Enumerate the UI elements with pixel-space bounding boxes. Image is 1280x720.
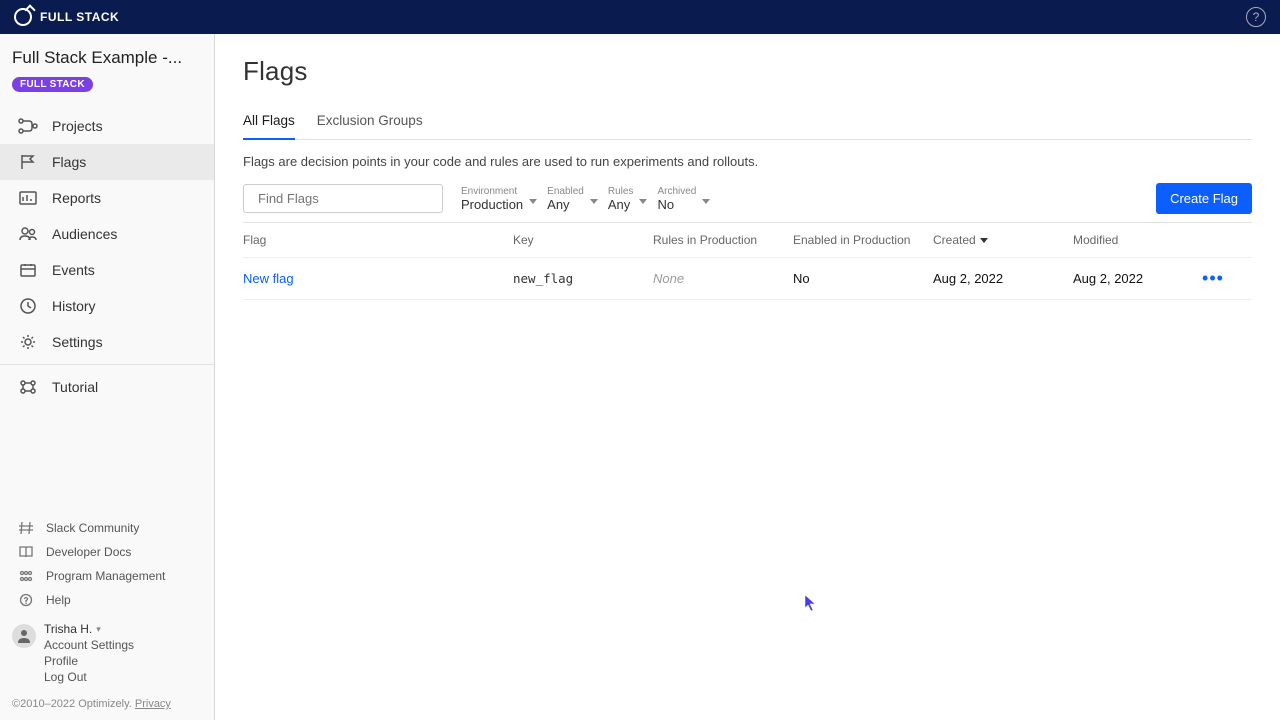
table-row[interactable]: New flag new_flag None No Aug 2, 2022 Au… — [243, 258, 1252, 300]
flag-rules: None — [653, 271, 793, 286]
flag-created: Aug 2, 2022 — [933, 271, 1073, 286]
sort-desc-icon — [980, 238, 988, 243]
sidebar-item-audiences[interactable]: Audiences — [0, 216, 214, 252]
row-actions-button[interactable]: ••• — [1193, 268, 1233, 289]
project-badge: FULL STACK — [12, 77, 93, 92]
flag-modified: Aug 2, 2022 — [1073, 271, 1193, 286]
user-link-account-settings[interactable]: Account Settings — [44, 638, 134, 652]
filter-value: Any — [547, 197, 584, 212]
filter-value: No — [657, 197, 696, 212]
chevron-down-icon: ▾ — [96, 624, 101, 635]
user-link-logout[interactable]: Log Out — [44, 670, 134, 684]
sidebar-link-developer-docs[interactable]: Developer Docs — [12, 540, 202, 564]
brand[interactable]: FULL STACK — [14, 8, 119, 26]
sidebar-item-flags[interactable]: Flags — [0, 144, 214, 180]
sidebar: Full Stack Example -... FULL STACK Proje… — [0, 34, 215, 720]
filter-enabled[interactable]: Enabled Any — [541, 186, 590, 212]
filter-label: Environment — [461, 186, 523, 197]
table-header: Flag Key Rules in Production Enabled in … — [243, 223, 1252, 258]
col-key[interactable]: Key — [513, 233, 653, 247]
avatar[interactable] — [12, 624, 36, 648]
grid-icon — [16, 568, 36, 584]
col-modified[interactable]: Modified — [1073, 233, 1193, 247]
flags-table: Flag Key Rules in Production Enabled in … — [243, 222, 1252, 300]
user-link-profile[interactable]: Profile — [44, 654, 134, 668]
flag-key: new_flag — [513, 271, 653, 286]
sidebar-item-label: Events — [52, 262, 95, 278]
sidebar-item-label: Settings — [52, 334, 103, 350]
gear-icon — [16, 332, 40, 352]
sidebar-link-help[interactable]: Help — [12, 588, 202, 612]
project-name[interactable]: Full Stack Example -... — [12, 48, 202, 68]
user-block: Trisha H. ▾ Account Settings Profile Log… — [12, 622, 202, 684]
tab-all-flags[interactable]: All Flags — [243, 105, 295, 140]
help-circle-icon — [16, 592, 36, 608]
page-description: Flags are decision points in your code a… — [243, 154, 1252, 169]
copyright-text: ©2010–2022 Optimizely. — [12, 698, 132, 710]
sidebar-item-label: History — [52, 298, 96, 314]
sidebar-item-label: Projects — [52, 118, 103, 134]
topbar: FULL STACK ? — [0, 0, 1280, 34]
sidebar-item-projects[interactable]: Projects — [0, 108, 214, 144]
page-title: Flags — [243, 56, 1252, 87]
sidebar-item-label: Audiences — [52, 226, 117, 242]
user-name-label: Trisha H. — [44, 622, 92, 636]
tutorial-icon — [16, 377, 40, 397]
col-created[interactable]: Created — [933, 233, 1073, 247]
link-label: Slack Community — [46, 521, 139, 535]
user-name[interactable]: Trisha H. ▾ — [44, 622, 134, 636]
filter-label: Enabled — [547, 186, 584, 197]
link-label: Program Management — [46, 569, 165, 583]
brand-name: FULL STACK — [40, 10, 119, 24]
brand-logo-icon — [14, 8, 32, 26]
tabs: All Flags Exclusion Groups — [243, 105, 1252, 140]
flag-name-link[interactable]: New flag — [243, 271, 513, 286]
copyright: ©2010–2022 Optimizely. Privacy — [12, 698, 202, 710]
nav: Projects Flags Reports Audiences Events — [0, 102, 214, 405]
history-icon — [16, 296, 40, 316]
link-label: Developer Docs — [46, 545, 131, 559]
reports-icon — [16, 188, 40, 208]
events-icon — [16, 260, 40, 280]
create-flag-button[interactable]: Create Flag — [1156, 183, 1252, 214]
sidebar-item-label: Reports — [52, 190, 101, 206]
sidebar-item-label: Tutorial — [52, 379, 98, 395]
col-rules-in-production[interactable]: Rules in Production — [653, 233, 793, 247]
link-label: Help — [46, 593, 71, 607]
sidebar-link-slack-community[interactable]: Slack Community — [12, 516, 202, 540]
search-input-wrapper[interactable] — [243, 184, 443, 213]
filter-environment[interactable]: Environment Production — [455, 186, 529, 212]
sidebar-item-label: Flags — [52, 154, 86, 170]
branches-icon — [16, 116, 40, 136]
filter-archived[interactable]: Archived No — [651, 186, 702, 212]
tab-exclusion-groups[interactable]: Exclusion Groups — [317, 105, 423, 139]
audiences-icon — [16, 224, 40, 244]
hash-icon — [16, 520, 36, 536]
filter-value: Any — [608, 197, 634, 212]
sidebar-item-events[interactable]: Events — [0, 252, 214, 288]
book-icon — [16, 544, 36, 560]
sidebar-item-history[interactable]: History — [0, 288, 214, 324]
filter-label: Rules — [608, 186, 634, 197]
sidebar-item-settings[interactable]: Settings — [0, 324, 214, 360]
help-icon[interactable]: ? — [1246, 7, 1266, 27]
col-flag[interactable]: Flag — [243, 233, 513, 247]
sidebar-link-program-management[interactable]: Program Management — [12, 564, 202, 588]
filter-label: Archived — [657, 186, 696, 197]
privacy-link[interactable]: Privacy — [135, 698, 171, 710]
main-content: Flags All Flags Exclusion Groups Flags a… — [215, 34, 1280, 720]
filter-row: Environment Production Enabled Any Rules… — [243, 183, 1252, 214]
flag-enabled: No — [793, 271, 933, 286]
sidebar-item-reports[interactable]: Reports — [0, 180, 214, 216]
col-enabled-in-production[interactable]: Enabled in Production — [793, 233, 933, 247]
filter-rules[interactable]: Rules Any — [602, 186, 640, 212]
flag-icon — [16, 152, 40, 172]
search-input[interactable] — [258, 191, 434, 206]
sidebar-item-tutorial[interactable]: Tutorial — [0, 364, 214, 405]
filter-value: Production — [461, 197, 523, 212]
col-created-label: Created — [933, 233, 976, 247]
